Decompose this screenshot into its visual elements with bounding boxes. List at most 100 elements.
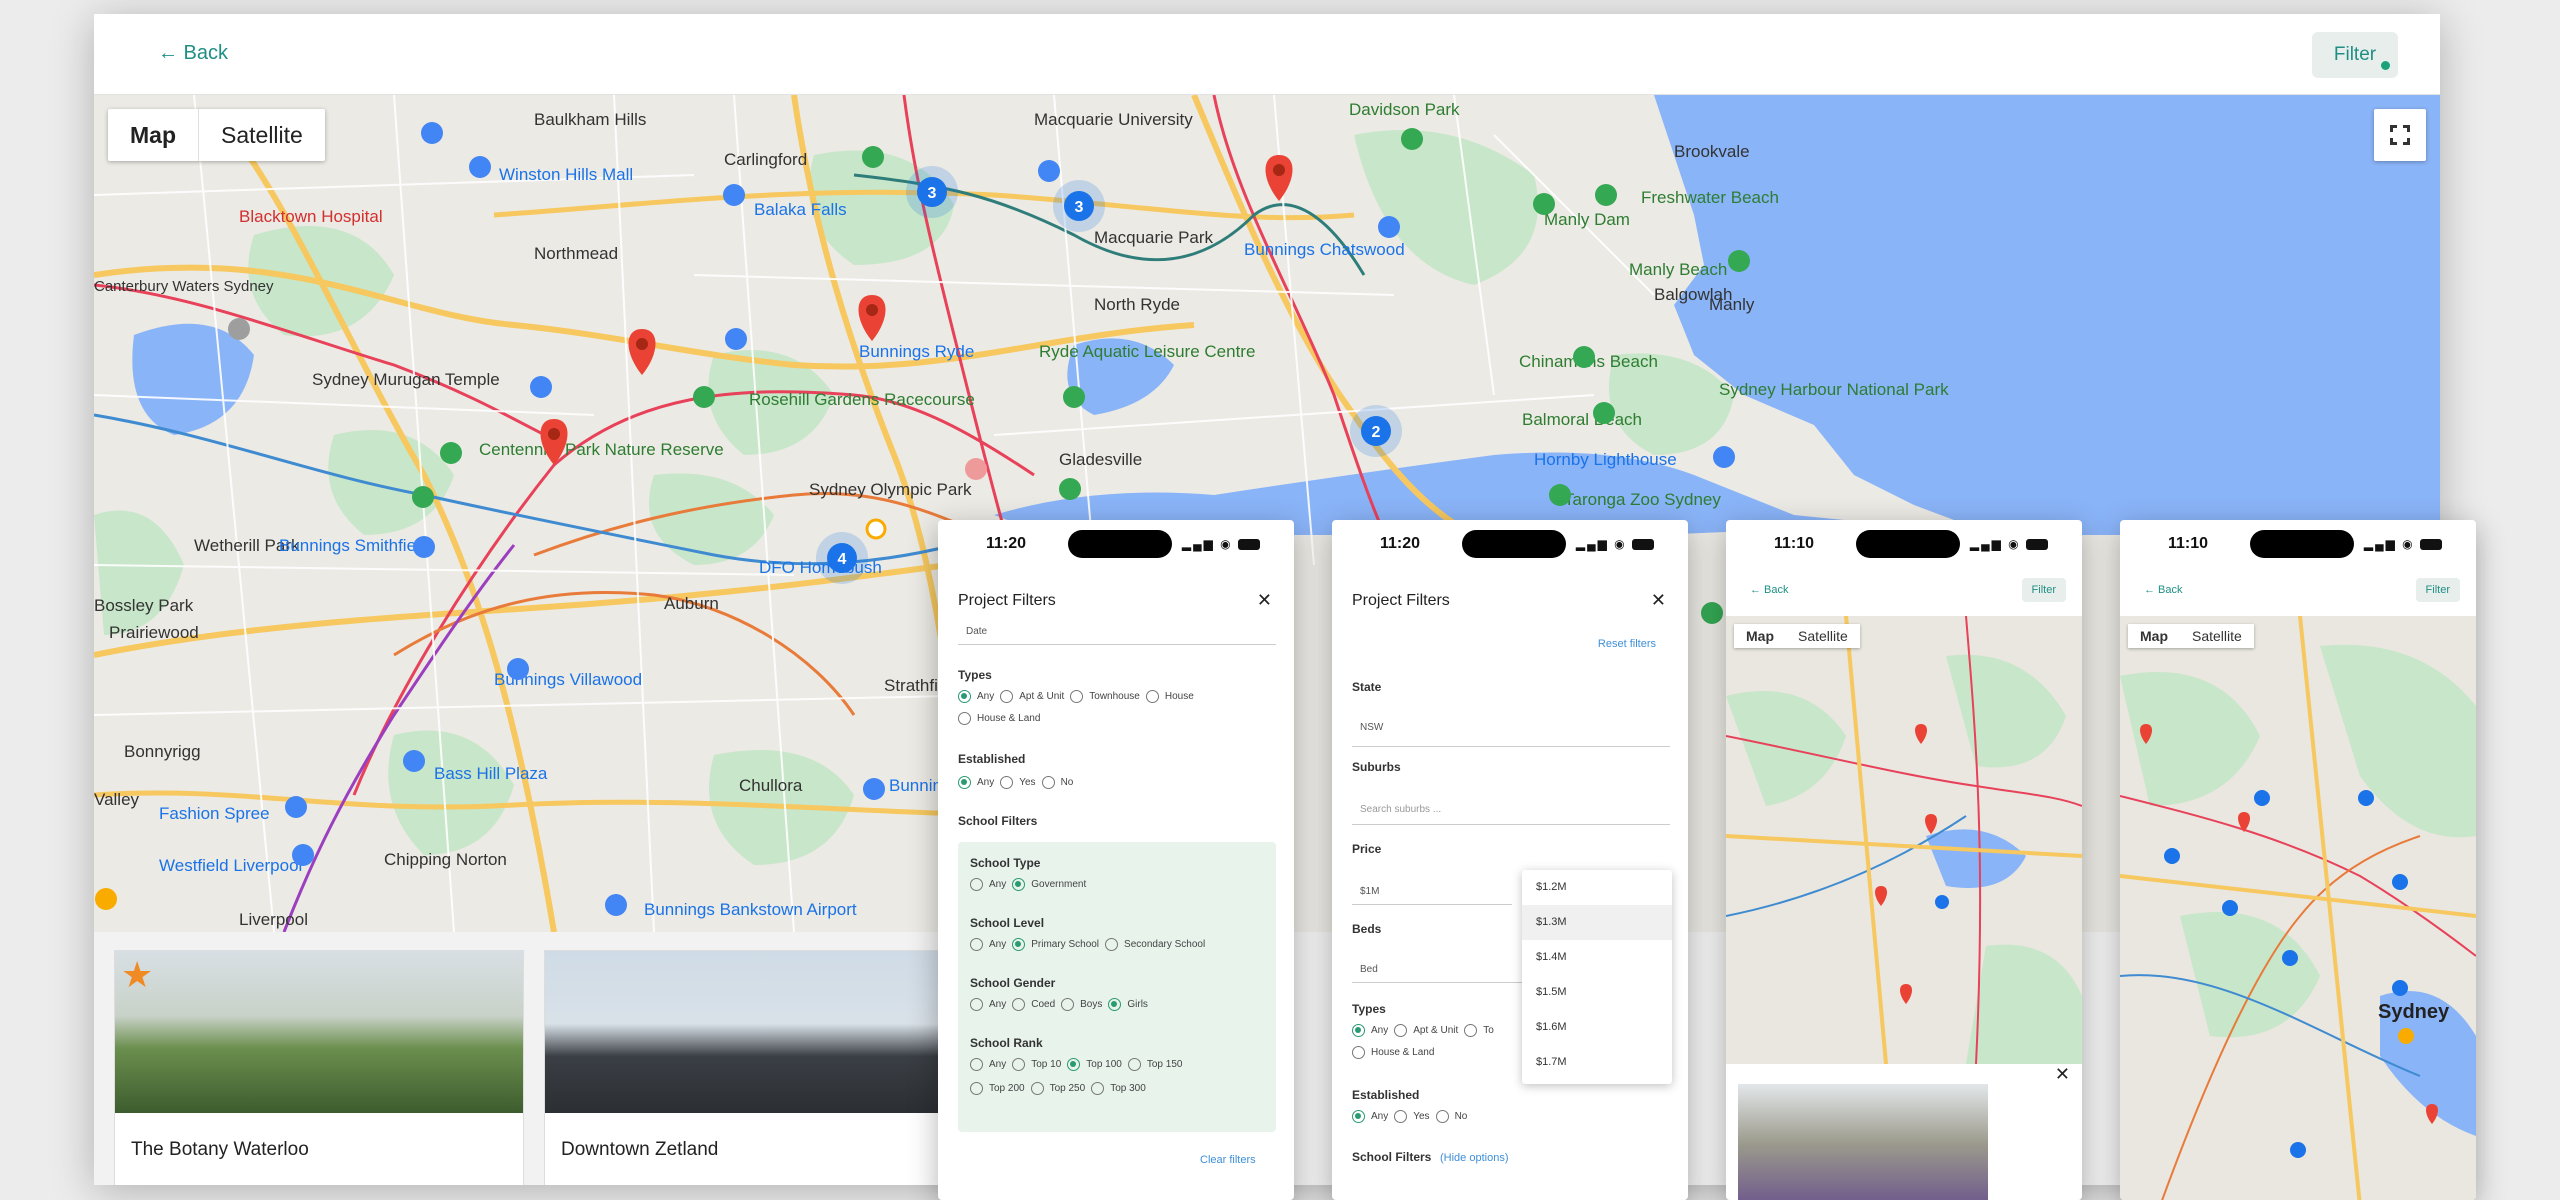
option-label: House & Land (1371, 1047, 1435, 1058)
radio-button[interactable] (958, 776, 971, 789)
radio-button[interactable] (970, 1082, 983, 1095)
state-select-value[interactable]: NSW (1360, 722, 1383, 733)
mini-map-view[interactable]: Sydney Map Satellite (2120, 616, 2476, 1200)
city-label: Sydney (2378, 1001, 2450, 1023)
back-link[interactable]: ← Back (1750, 584, 1789, 596)
map-type-map[interactable]: Map (1734, 624, 1786, 648)
map-type-satellite[interactable]: Satellite (1786, 624, 1860, 648)
beds-select[interactable]: Bed (1360, 964, 1378, 975)
mini-map-view[interactable]: Map Satellite (1726, 616, 2082, 1064)
suburbs-input[interactable]: Search suburbs ... (1360, 804, 1441, 815)
radio-button[interactable] (1061, 998, 1075, 1011)
price-min-select[interactable]: $1M (1360, 886, 1379, 897)
radio-button[interactable] (1435, 1110, 1449, 1123)
radio-button[interactable] (1105, 938, 1119, 951)
school-rank-options-2: Top 200 Top 250 Top 300 (970, 1082, 1146, 1095)
map-label: Carlingford (724, 150, 807, 169)
radio-button[interactable] (1464, 1024, 1478, 1037)
cluster-marker[interactable]: 3 (1053, 180, 1105, 232)
radio-button[interactable] (1000, 690, 1014, 703)
phone-mockup-filters: 11:20 ▂▄▆ ◉ Project Filters ✕ Date Types… (938, 520, 1294, 1200)
field-underline (1352, 824, 1670, 825)
radio-button[interactable] (1012, 1058, 1026, 1071)
radio-button[interactable] (1030, 1082, 1044, 1095)
dropdown-option[interactable]: $1.4M (1522, 940, 1672, 975)
radio-button[interactable] (1352, 1046, 1365, 1059)
close-icon[interactable]: ✕ (2055, 1064, 2070, 1085)
radio-button[interactable] (1127, 1058, 1141, 1071)
reset-filters-link[interactable]: Reset filters (1598, 638, 1656, 650)
project-card[interactable]: Downtown Zetland (544, 950, 954, 1185)
dynamic-island (1068, 530, 1172, 558)
dropdown-option[interactable]: $1.6M (1522, 1010, 1672, 1045)
radio-button[interactable] (1352, 1024, 1365, 1037)
radio-button[interactable] (1067, 1058, 1081, 1071)
map-label: Balaka Falls (754, 200, 847, 219)
types-label: Types (1352, 1002, 1386, 1016)
dropdown-option[interactable]: $1.3M (1522, 905, 1672, 940)
dropdown-option[interactable]: $1.2M (1522, 870, 1672, 905)
panel-title: Project Filters (958, 592, 1056, 609)
filter-button[interactable]: Filter (2415, 578, 2460, 602)
types-options-2: House & Land (1352, 1046, 1434, 1059)
school-level-label: School Level (970, 916, 1045, 930)
option-label: House (1164, 691, 1194, 702)
radio-button[interactable] (958, 690, 971, 703)
radio-button[interactable] (1000, 776, 1014, 789)
option-label: Top 250 (1049, 1083, 1086, 1094)
map-label: Fashion Spree (159, 804, 270, 823)
radio-button[interactable] (970, 998, 983, 1011)
radio-button[interactable] (1108, 998, 1122, 1011)
option-label: Apt & Unit (1019, 691, 1065, 702)
types-options-2: House & Land (958, 712, 1040, 725)
mini-project-card[interactable]: ✕ (1726, 1064, 2082, 1200)
radio-button[interactable] (970, 878, 983, 891)
filter-button[interactable]: Filter (2312, 32, 2398, 78)
radio-button[interactable] (970, 938, 983, 951)
radio-button[interactable] (1012, 938, 1026, 951)
map-label: North Ryde (1094, 295, 1180, 314)
svg-text:3: 3 (1075, 199, 1084, 216)
filter-button[interactable]: Filter (2021, 578, 2066, 602)
map-label: Sydney Murugan Temple (312, 370, 500, 389)
fullscreen-icon[interactable] (2374, 109, 2426, 161)
dropdown-option[interactable]: $1.7M (1522, 1045, 1672, 1080)
map-label: Taronga Zoo Sydney (1564, 490, 1721, 509)
map-type-control: Map Satellite (1734, 624, 1860, 648)
phone-mockup-filters-price: 11:20 ▂▄▆ ◉ Project Filters ✕ Reset filt… (1332, 520, 1688, 1200)
cluster-marker[interactable]: 4 (816, 532, 868, 584)
radio-button[interactable] (1070, 690, 1084, 703)
clear-filters-link[interactable]: Clear filters (1200, 1154, 1256, 1166)
option-label: Secondary School (1124, 939, 1206, 950)
dropdown-option[interactable]: $1.5M (1522, 975, 1672, 1010)
radio-button[interactable] (1145, 690, 1159, 703)
radio-button[interactable] (1394, 1110, 1408, 1123)
map-type-satellite[interactable]: Satellite (199, 109, 325, 161)
radio-button[interactable] (1012, 878, 1026, 891)
map-label: Macquarie Park (1094, 228, 1214, 247)
cluster-marker[interactable]: 3 (906, 166, 958, 218)
option-label: Yes (1019, 777, 1036, 788)
hide-options-link[interactable]: (Hide options) (1440, 1152, 1508, 1164)
map-type-map[interactable]: Map (2128, 624, 2180, 648)
map-type-satellite[interactable]: Satellite (2180, 624, 2254, 648)
project-image (1738, 1084, 1988, 1200)
radio-button[interactable] (1041, 776, 1055, 789)
state-select-value[interactable]: Date (966, 626, 987, 637)
option-label: Any (989, 1059, 1007, 1070)
back-link[interactable]: ← Back (2144, 584, 2183, 596)
close-icon[interactable]: ✕ (1651, 590, 1666, 611)
filter-active-dot (2381, 61, 2390, 70)
radio-button[interactable] (1352, 1110, 1365, 1123)
radio-button[interactable] (970, 1058, 983, 1071)
radio-button[interactable] (958, 712, 971, 725)
radio-button[interactable] (1091, 1082, 1105, 1095)
radio-button[interactable] (1012, 998, 1026, 1011)
back-link[interactable]: ← Back (158, 42, 228, 65)
close-icon[interactable]: ✕ (1257, 590, 1272, 611)
school-filters-label: School Filters (1352, 1150, 1432, 1164)
radio-button[interactable] (1394, 1024, 1408, 1037)
project-card[interactable]: ★ The Botany Waterloo (114, 950, 524, 1185)
map-type-map[interactable]: Map (108, 109, 199, 161)
cluster-marker[interactable]: 2 (1350, 405, 1402, 457)
